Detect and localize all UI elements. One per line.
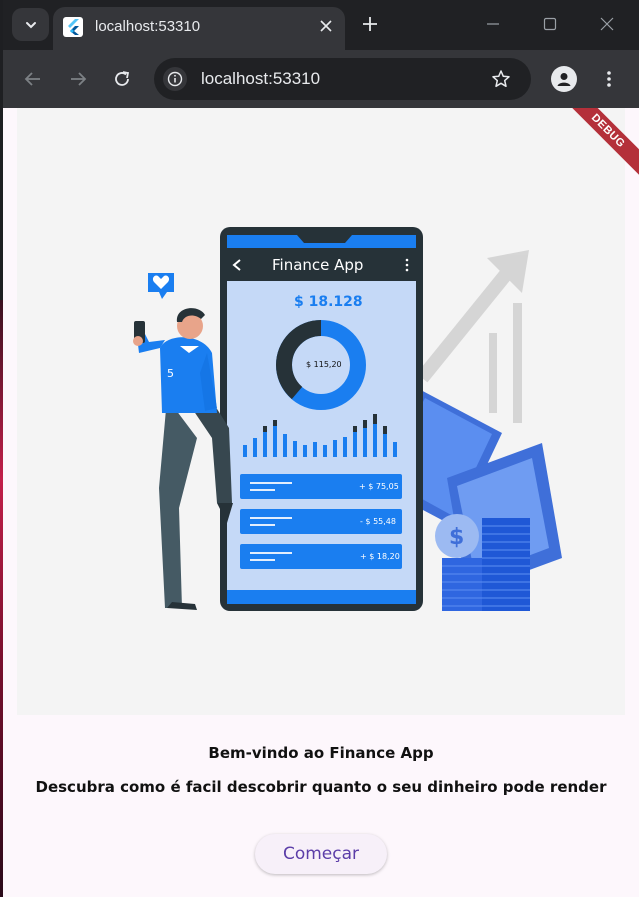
address-bar[interactable]: localhost:53310 bbox=[154, 58, 531, 100]
tab-active[interactable]: localhost:53310 bbox=[53, 7, 345, 50]
person-graphic: 5 bbox=[133, 273, 233, 610]
donut-center-value: $ 115,20 bbox=[306, 360, 342, 369]
tab-close-button[interactable] bbox=[315, 15, 337, 37]
transaction-amount-1: + $ 75,05 bbox=[359, 482, 399, 491]
new-tab-button[interactable] bbox=[358, 12, 382, 36]
plus-icon bbox=[363, 17, 377, 31]
finance-illustration: $ 5 bbox=[133, 227, 562, 611]
page-viewport: $ 5 Finance App $ 18.128 $ 115,20 + $ 75… bbox=[3, 108, 639, 897]
close-icon bbox=[320, 20, 332, 32]
hero-illustration: $ 5 Finance App $ 18.128 $ 115,20 + $ 75… bbox=[17, 108, 625, 715]
close-icon bbox=[600, 17, 614, 31]
forward-button[interactable] bbox=[64, 65, 92, 93]
svg-text:$: $ bbox=[449, 525, 464, 550]
avatar-icon bbox=[557, 73, 571, 86]
chevron-down-icon bbox=[25, 21, 36, 28]
browser-toolbar: localhost:53310 bbox=[3, 50, 639, 108]
star-icon bbox=[492, 70, 510, 88]
back-button[interactable] bbox=[19, 65, 47, 93]
bookmark-button[interactable] bbox=[489, 67, 513, 91]
arrow-left-icon bbox=[24, 72, 40, 86]
site-info-button[interactable] bbox=[163, 67, 187, 91]
window-close-button[interactable] bbox=[595, 12, 619, 36]
browser-window: localhost:53310 localhost:53310 $ 5 Fina… bbox=[3, 0, 639, 897]
shirt-number: 5 bbox=[167, 367, 174, 380]
minimize-button[interactable] bbox=[481, 12, 505, 36]
info-icon bbox=[167, 71, 183, 87]
welcome-subtitle: Descubra como é facil descobrir quanto o… bbox=[35, 778, 607, 796]
transaction-amount-3: + $ 18,20 bbox=[360, 552, 400, 561]
flutter-favicon-icon bbox=[63, 17, 83, 37]
url-text: localhost:53310 bbox=[201, 69, 321, 88]
welcome-title: Bem-vindo ao Finance App bbox=[208, 744, 434, 762]
reload-button[interactable] bbox=[108, 65, 136, 93]
tab-title: localhost:53310 bbox=[95, 18, 201, 35]
balance-amount: $ 18.128 bbox=[294, 294, 363, 310]
tab-search-button[interactable] bbox=[12, 8, 49, 41]
growth-arrow-graphic bbox=[416, 250, 529, 423]
start-button[interactable]: Começar bbox=[255, 834, 387, 874]
phone-app-title: Finance App bbox=[272, 256, 364, 274]
more-vert-icon bbox=[607, 71, 611, 87]
browser-menu-button[interactable] bbox=[599, 66, 619, 92]
transaction-amount-2: - $ 55,48 bbox=[360, 517, 396, 526]
maximize-button[interactable] bbox=[538, 12, 562, 36]
profile-button[interactable] bbox=[551, 66, 577, 92]
minimize-icon bbox=[487, 23, 499, 25]
tab-strip: localhost:53310 bbox=[3, 0, 639, 50]
arrow-right-icon bbox=[71, 72, 87, 86]
reload-icon bbox=[115, 71, 130, 86]
maximize-icon bbox=[543, 17, 557, 31]
